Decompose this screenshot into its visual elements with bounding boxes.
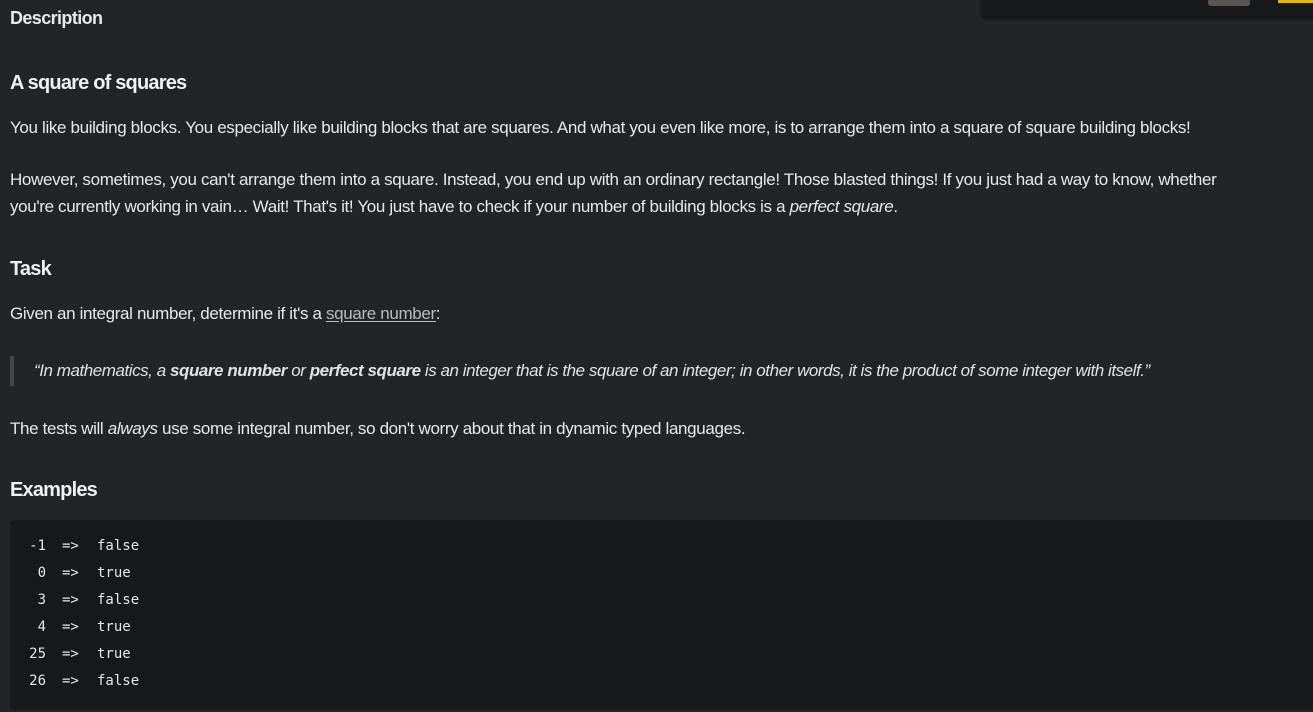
paragraph-text: .	[893, 197, 898, 216]
quote-text: is an integer that is the square of an i…	[420, 361, 1150, 380]
rectangle-paragraph: However, sometimes, you can't arrange th…	[10, 166, 1313, 220]
paragraph-text: Given an integral number, determine if i…	[10, 304, 326, 323]
example-output: false	[97, 673, 140, 689]
paragraph-line: you're currently working in vain… Wait! …	[10, 193, 1313, 220]
example-arrow: =>	[62, 538, 79, 554]
example-input: 3	[37, 592, 46, 608]
example-output: false	[97, 538, 140, 554]
example-input: 4	[37, 619, 46, 635]
quote-bold-term: square number	[170, 361, 287, 380]
example-output: true	[97, 646, 131, 662]
paragraph-text: :	[435, 304, 441, 323]
paragraph-text: The tests will	[10, 419, 108, 438]
quote-text: “In mathematics, a	[34, 361, 170, 380]
example-input: 0	[37, 565, 46, 581]
rank-accent-bar	[1278, 0, 1313, 3]
task-heading: Task	[10, 258, 52, 280]
top-right-panel	[980, 0, 1313, 20]
kata-description-page: Description A square of squares You like…	[0, 0, 1313, 712]
section-label: Description	[10, 8, 103, 28]
code-line: 25 => true	[10, 641, 1313, 668]
paragraph-line: However, sometimes, you can't arrange th…	[10, 170, 1217, 189]
example-output: true	[97, 565, 131, 581]
code-line: 26 => false	[10, 668, 1313, 695]
example-arrow: =>	[62, 619, 79, 635]
quote-text: or	[286, 361, 310, 380]
paragraph-text: use some integral number, so don't worry…	[157, 419, 746, 438]
example-output: false	[97, 592, 140, 608]
emphasis-text: always	[107, 419, 158, 438]
example-input: 26	[29, 673, 46, 689]
code-line: 0 => true	[10, 560, 1313, 587]
code-line: 4 => true	[10, 614, 1313, 641]
example-input: -1	[29, 538, 46, 554]
avatar[interactable]	[1208, 0, 1250, 6]
quote-bold-term: perfect square	[309, 361, 421, 380]
code-line: 3 => false	[10, 587, 1313, 614]
kata-title: A square of squares	[10, 72, 187, 94]
example-input: 25	[29, 646, 46, 662]
example-arrow: =>	[62, 646, 79, 662]
definition-blockquote: “In mathematics, a square number or perf…	[10, 356, 1300, 386]
paragraph-text: you're currently working in vain… Wait! …	[10, 197, 790, 216]
example-arrow: =>	[62, 673, 79, 689]
tests-note-paragraph: The tests will always use some integral …	[10, 415, 1313, 442]
examples-code-block[interactable]: -1 => false 0 => true 3 => false 4 => true 25 => t…	[10, 520, 1313, 710]
emphasis-text: perfect square	[789, 197, 894, 216]
examples-heading: Examples	[10, 479, 98, 501]
square-number-link[interactable]: square number	[326, 304, 436, 323]
example-output: true	[97, 619, 131, 635]
code-line: -1 => false	[10, 533, 1313, 560]
intro-paragraph: You like building blocks. You especially…	[10, 118, 1191, 137]
example-arrow: =>	[62, 592, 79, 608]
task-paragraph: Given an integral number, determine if i…	[10, 300, 1313, 327]
example-arrow: =>	[62, 565, 79, 581]
